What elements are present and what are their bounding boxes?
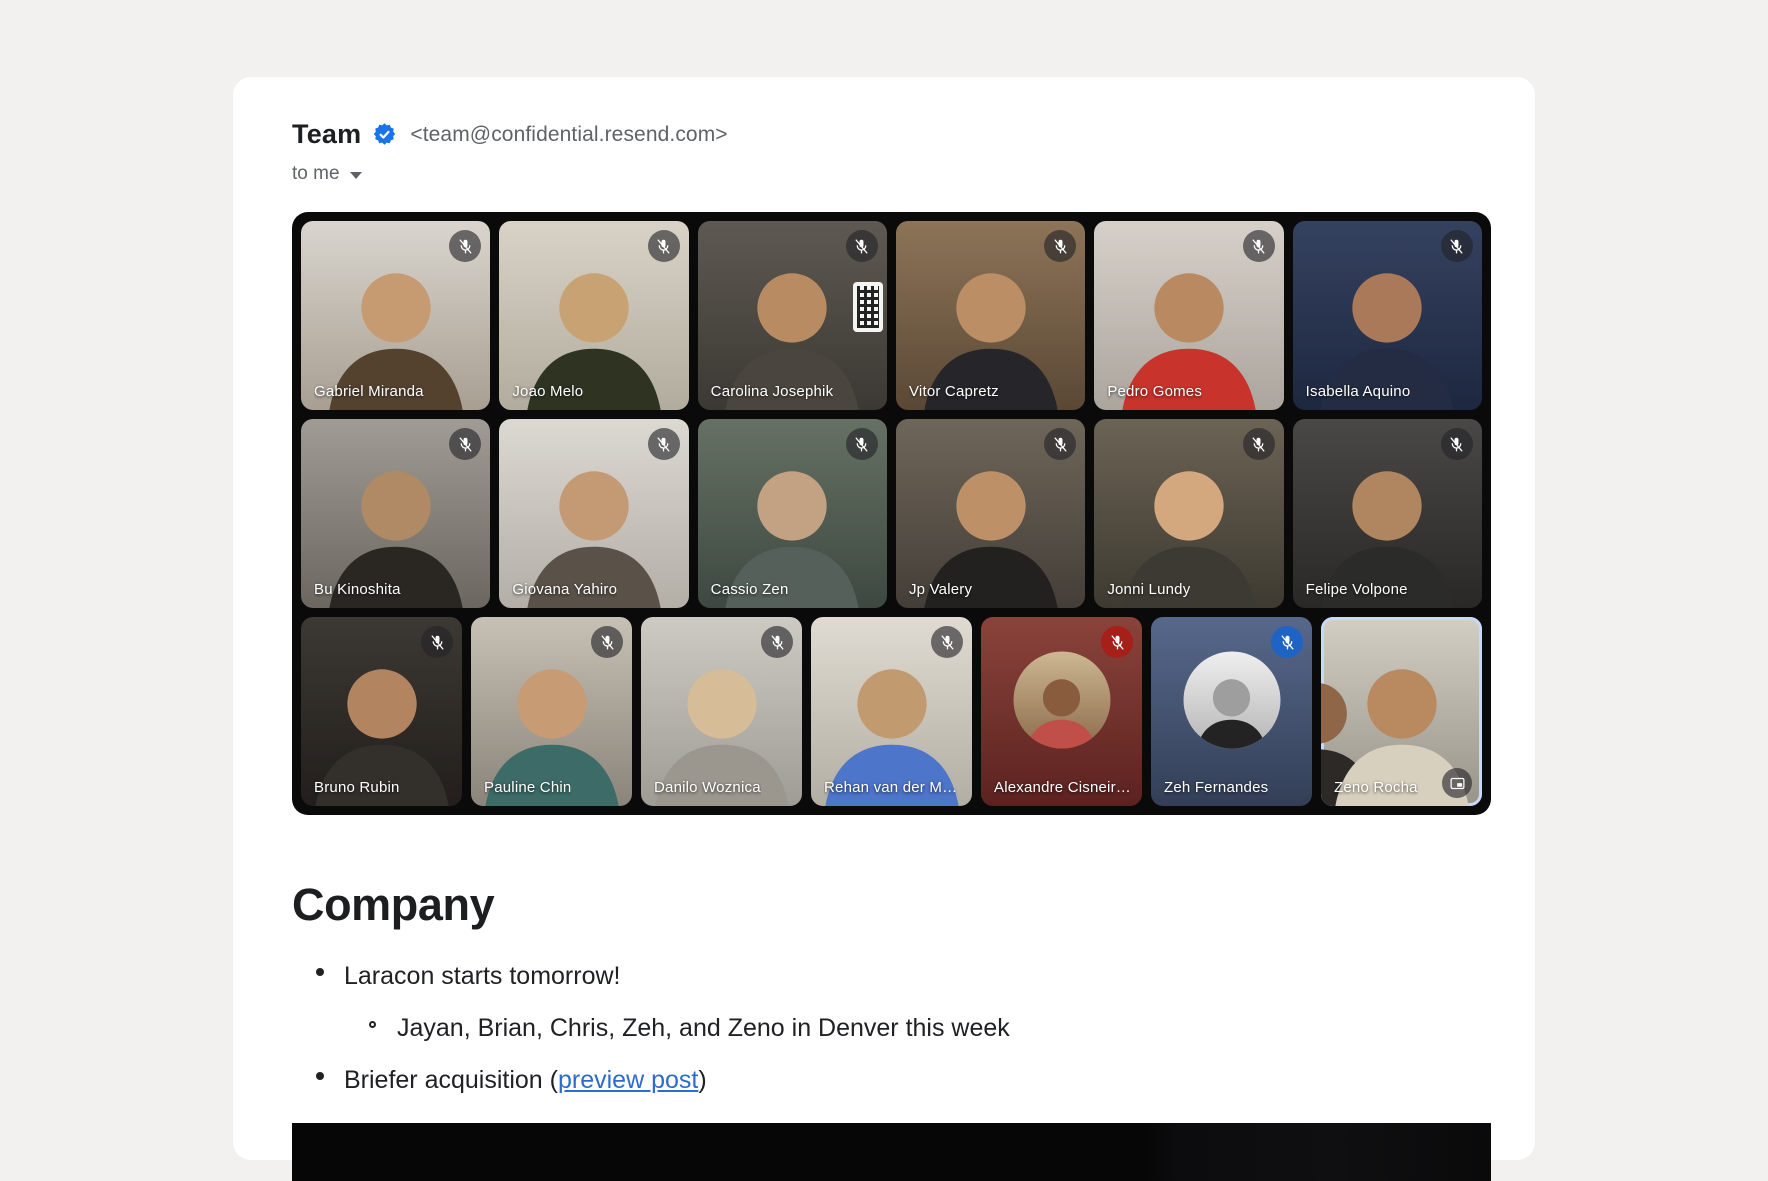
- attachment-image-partial: [292, 1123, 1491, 1181]
- mic-off-icon: [1044, 428, 1076, 460]
- participant-tile: Alexandre Cisneir…: [981, 617, 1142, 806]
- mic-off-icon: [648, 428, 680, 460]
- mic-off-icon: [1441, 230, 1473, 262]
- participant-name: Bruno Rubin: [314, 779, 400, 796]
- participant-tile: Pauline Chin: [471, 617, 632, 806]
- participant-name: Alexandre Cisneir…: [994, 779, 1131, 796]
- mic-off-icon: [846, 230, 878, 262]
- mic-off-icon: [449, 230, 481, 262]
- participant-tile: Carolina Josephik: [698, 221, 887, 410]
- participant-tile: Pedro Gomes: [1094, 221, 1283, 410]
- participant-name: Giovana Yahiro: [512, 581, 617, 598]
- meeting-row: Gabriel Miranda Joao Melo: [301, 221, 1482, 410]
- participant-name: Isabella Aquino: [1306, 383, 1411, 400]
- participant-tile: Giovana Yahiro: [499, 419, 688, 608]
- mic-off-icon: [421, 626, 453, 658]
- list-item: Briefer acquisition (preview post): [292, 1065, 1491, 1096]
- mic-off-icon: [449, 428, 481, 460]
- participant-name: Zeh Fernandes: [1164, 779, 1268, 796]
- mic-off-icon: [931, 626, 963, 658]
- mic-off-icon: [1271, 626, 1303, 658]
- participant-tile: Joao Melo: [499, 221, 688, 410]
- participant-name: Danilo Woznica: [654, 779, 761, 796]
- recipient-label: to me: [292, 163, 340, 185]
- list-item-text: Laracon starts tomorrow!: [344, 961, 621, 992]
- participant-name: Joao Melo: [512, 383, 583, 400]
- participant-tile: Zeno Rocha: [1321, 617, 1482, 806]
- participant-name: Cassio Zen: [711, 581, 789, 598]
- participant-tile: Cassio Zen: [698, 419, 887, 608]
- preview-post-link[interactable]: preview post: [558, 1066, 698, 1094]
- participant-tile: Bu Kinoshita: [301, 419, 490, 608]
- participant-name: Pauline Chin: [484, 779, 571, 796]
- participant-name: Vitor Capretz: [909, 383, 999, 400]
- mic-off-icon: [846, 428, 878, 460]
- sender-email: <team@confidential.resend.com>: [410, 123, 727, 147]
- participant-name: Carolina Josephik: [711, 383, 834, 400]
- list-item-text: Briefer acquisition (preview post): [344, 1065, 707, 1096]
- participant-name: Pedro Gomes: [1107, 383, 1202, 400]
- participant-tile: Felipe Volpone: [1293, 419, 1482, 608]
- participant-tile: Jp Valery: [896, 419, 1085, 608]
- meeting-row: Bruno Rubin Pauline Chin: [301, 617, 1482, 806]
- mic-off-icon: [1243, 230, 1275, 262]
- mic-off-icon: [1101, 626, 1133, 658]
- recipient-dropdown[interactable]: to me: [292, 163, 362, 185]
- meeting-screenshot: Gabriel Miranda Joao Melo: [292, 212, 1491, 815]
- participant-tile: Isabella Aquino: [1293, 221, 1482, 410]
- participant-tile: Vitor Capretz: [896, 221, 1085, 410]
- avatar: [1013, 652, 1110, 749]
- participant-tile: Danilo Woznica: [641, 617, 802, 806]
- participant-name: Rehan van der Me…: [824, 779, 961, 796]
- list-item: Laracon starts tomorrow!: [292, 961, 1491, 992]
- participant-name: Gabriel Miranda: [314, 383, 424, 400]
- chevron-down-icon: [350, 172, 362, 179]
- email-header: Team <team@confidential.resend.com>: [292, 119, 1491, 150]
- participant-name: Jp Valery: [909, 581, 972, 598]
- participant-name: Felipe Volpone: [1306, 581, 1408, 598]
- avatar: [1183, 652, 1280, 749]
- email-card: Team <team@confidential.resend.com> to m…: [233, 77, 1535, 1160]
- mic-off-icon: [648, 230, 680, 262]
- list-item: Jayan, Brian, Chris, Zeh, and Zeno in De…: [292, 1013, 1491, 1044]
- participant-tile: Gabriel Miranda: [301, 221, 490, 410]
- participant-name: Jonni Lundy: [1107, 581, 1190, 598]
- mic-off-icon: [591, 626, 623, 658]
- qr-code-overlay: [853, 282, 883, 332]
- participant-tile: Bruno Rubin: [301, 617, 462, 806]
- participant-tile: Rehan van der Me…: [811, 617, 972, 806]
- list-item-text: Jayan, Brian, Chris, Zeh, and Zeno in De…: [397, 1013, 1010, 1044]
- sender-name[interactable]: Team: [292, 119, 361, 150]
- section-heading: Company: [292, 879, 1491, 931]
- meeting-row: Bu Kinoshita Giovana Yahiro: [301, 419, 1482, 608]
- verified-badge-icon: [372, 122, 397, 147]
- mic-off-icon: [1044, 230, 1076, 262]
- mic-off-icon: [1441, 428, 1473, 460]
- participant-name: Bu Kinoshita: [314, 581, 401, 598]
- picture-in-picture-icon: [1442, 768, 1472, 798]
- mic-off-icon: [1243, 428, 1275, 460]
- participant-tile: Jonni Lundy: [1094, 419, 1283, 608]
- bullet-list: Laracon starts tomorrow! Jayan, Brian, Ch…: [292, 961, 1491, 1096]
- participant-tile: Zeh Fernandes: [1151, 617, 1312, 806]
- mic-off-icon: [761, 626, 793, 658]
- participant-name: Zeno Rocha: [1334, 779, 1418, 796]
